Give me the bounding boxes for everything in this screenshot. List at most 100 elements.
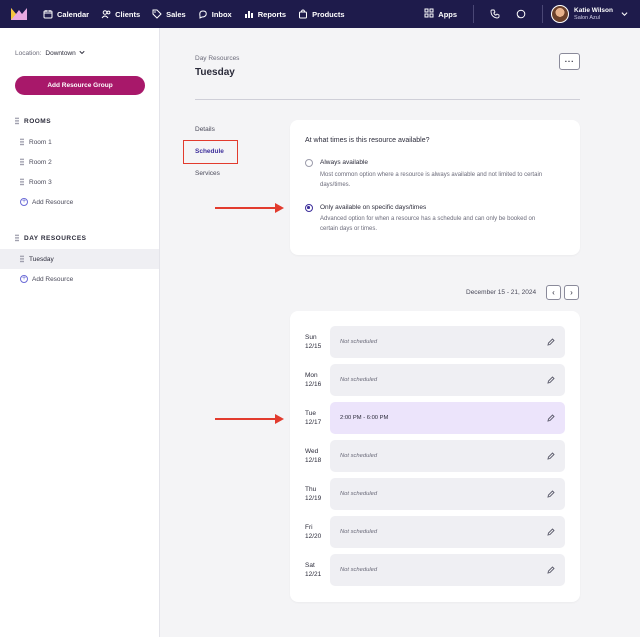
slot-text: Not scheduled: [340, 453, 378, 459]
user-name: Katie Wilson: [574, 6, 613, 14]
nav-products[interactable]: Products: [298, 9, 345, 19]
nav-reports-label: Reports: [257, 9, 287, 19]
reports-icon: [244, 9, 254, 19]
rooms-heading[interactable]: ROOMS: [15, 117, 51, 125]
day-label-mon: Mon 12/16: [305, 371, 321, 389]
inbox-icon: [198, 9, 208, 19]
nav-calendar-label: Calendar: [57, 9, 90, 19]
annotation-highlight-box: [183, 140, 238, 164]
tab-services[interactable]: Services: [195, 170, 220, 177]
specific-times-title[interactable]: Only available on specific days/times: [320, 204, 426, 211]
add-room-resource-link[interactable]: + Add Resource: [20, 198, 73, 206]
avatar: [551, 5, 570, 23]
day-name: Sat: [305, 562, 315, 569]
phone-icon[interactable]: [488, 7, 502, 21]
add-resource-label: Add Resource: [32, 198, 74, 206]
drag-handle-icon[interactable]: [20, 158, 24, 166]
slot-text: Not scheduled: [340, 529, 378, 535]
drag-handle-icon[interactable]: [15, 234, 19, 242]
sidebar-item-room-2[interactable]: Room 2: [0, 152, 159, 172]
chevron-down-icon: [79, 49, 85, 57]
edit-pencil-icon[interactable]: [547, 376, 555, 384]
sales-tag-icon: [152, 9, 162, 19]
sidebar-item-label: Room 3: [29, 178, 52, 186]
always-available-radio[interactable]: [305, 159, 313, 167]
slot-text: 2:00 PM - 6:00 PM: [340, 415, 389, 421]
breadcrumb[interactable]: Day Resources: [195, 55, 239, 62]
tab-details[interactable]: Details: [195, 126, 215, 133]
nav-products-label: Products: [312, 9, 345, 19]
location-label: Location:: [15, 49, 42, 57]
location-selector[interactable]: Location: Downtown: [15, 49, 85, 57]
drag-handle-icon[interactable]: [20, 138, 24, 146]
location-value: Downtown: [45, 49, 76, 57]
week-range: December 15 - 21, 2024: [466, 289, 537, 296]
day-name: Mon: [305, 372, 318, 379]
nav-inbox-label: Inbox: [211, 9, 232, 19]
slot-text: Not scheduled: [340, 491, 378, 497]
day-name: Fri: [305, 524, 313, 531]
schedule-slot-mon[interactable]: Not scheduled: [330, 364, 565, 396]
day-label-wed: Wed 12/18: [305, 447, 321, 465]
sidebar-item-tuesday[interactable]: Tuesday: [0, 249, 159, 269]
edit-pencil-icon[interactable]: [547, 414, 555, 422]
clients-icon: [101, 9, 111, 19]
day-label-sun: Sun 12/15: [305, 333, 321, 351]
edit-pencil-icon[interactable]: [547, 490, 555, 498]
schedule-slot-tue[interactable]: 2:00 PM - 6:00 PM: [330, 402, 565, 434]
add-day-resource-link[interactable]: + Add Resource: [20, 275, 73, 283]
always-available-title[interactable]: Always available: [320, 159, 368, 166]
schedule-slot-sat[interactable]: Not scheduled: [330, 554, 565, 586]
calendar-icon: [43, 9, 53, 19]
edit-pencil-icon[interactable]: [547, 338, 555, 346]
nav-clients[interactable]: Clients: [101, 9, 140, 19]
drag-handle-icon[interactable]: [20, 178, 24, 186]
drag-handle-icon[interactable]: [15, 117, 19, 125]
day-resources-heading[interactable]: DAY RESOURCES: [15, 234, 87, 242]
edit-pencil-icon[interactable]: [547, 528, 555, 536]
sidebar-item-room-1[interactable]: Room 1: [0, 132, 159, 152]
nav-reports[interactable]: Reports: [244, 9, 286, 19]
day-name: Thu: [305, 486, 317, 493]
edit-pencil-icon[interactable]: [547, 452, 555, 460]
specific-times-desc: Advanced option for when a resource has …: [320, 216, 536, 232]
sidebar-item-label: Room 2: [29, 158, 52, 166]
always-available-desc: Most common option where a resource is a…: [320, 172, 543, 188]
sidebar-item-label: Tuesday: [29, 255, 54, 263]
nav-clients-label: Clients: [115, 9, 141, 19]
specific-times-radio[interactable]: [305, 204, 313, 212]
schedule-slot-wed[interactable]: Not scheduled: [330, 440, 565, 472]
add-resource-group-button[interactable]: Add Resource Group: [15, 76, 145, 95]
day-date: 12/19: [305, 495, 322, 502]
day-label-sat: Sat 12/21: [305, 561, 321, 579]
nav-sales[interactable]: Sales: [152, 9, 186, 19]
apps-menu[interactable]: Apps: [424, 8, 457, 20]
nav-calendar[interactable]: Calendar: [43, 9, 89, 19]
drag-handle-icon[interactable]: [20, 255, 24, 263]
more-options-button[interactable]: ···: [559, 53, 580, 70]
sidebar-item-room-3[interactable]: Room 3: [0, 172, 159, 192]
user-menu[interactable]: Katie Wilson Salon Azul: [551, 5, 628, 23]
nav-inbox[interactable]: Inbox: [198, 9, 232, 19]
day-date: 12/18: [305, 457, 322, 464]
slot-text: Not scheduled: [340, 567, 378, 573]
chevron-down-icon: [621, 10, 628, 19]
header-divider: [195, 99, 580, 100]
nav-divider: [473, 5, 475, 23]
day-name: Tue: [305, 410, 316, 417]
apps-grid-icon: [424, 8, 434, 20]
edit-pencil-icon[interactable]: [547, 566, 555, 574]
chat-icon[interactable]: [514, 7, 528, 21]
next-week-button[interactable]: ›: [564, 285, 579, 300]
day-resources-heading-label: DAY RESOURCES: [24, 234, 87, 242]
schedule-slot-thu[interactable]: Not scheduled: [330, 478, 565, 510]
add-resource-label: Add Resource: [32, 275, 74, 283]
nav-divider: [542, 5, 544, 23]
prev-week-button[interactable]: ‹: [546, 285, 561, 300]
schedule-slot-fri[interactable]: Not scheduled: [330, 516, 565, 548]
day-date: 12/15: [305, 343, 322, 350]
brand-logo[interactable]: [11, 8, 27, 20]
rooms-heading-label: ROOMS: [24, 117, 52, 125]
schedule-slot-sun[interactable]: Not scheduled: [330, 326, 565, 358]
day-date: 12/17: [305, 419, 322, 426]
